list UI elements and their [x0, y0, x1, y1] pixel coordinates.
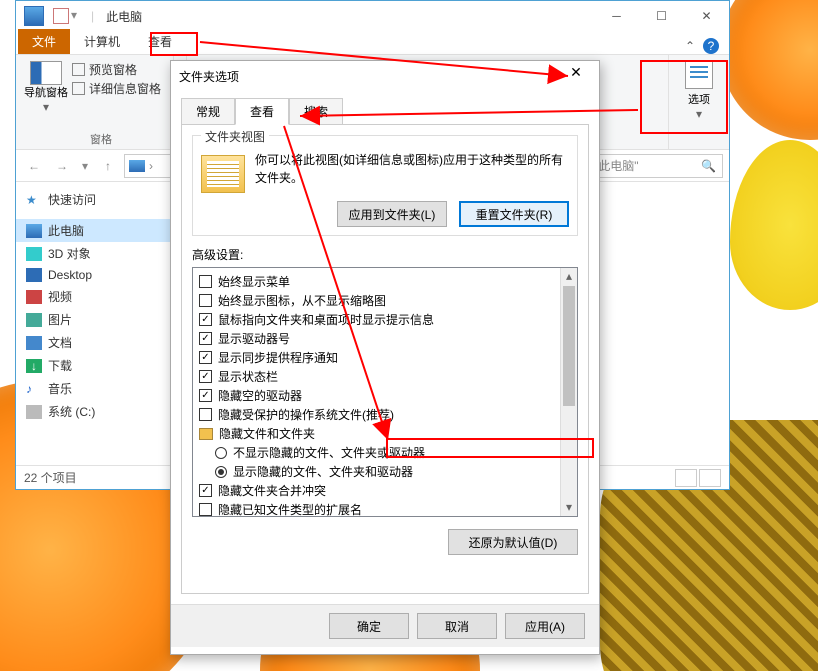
- scrollbar[interactable]: ▴ ▾: [560, 268, 577, 516]
- advanced-settings-list[interactable]: 始终显示菜单 始终显示图标，从不显示缩略图 ✓鼠标指向文件夹和桌面项时显示提示信…: [192, 267, 578, 517]
- checkbox-icon: [72, 82, 85, 95]
- tree-item[interactable]: 文档: [16, 331, 170, 354]
- dialog-tabs: 常规 查看 搜索: [171, 91, 599, 124]
- tree-item[interactable]: ↓下载: [16, 354, 170, 377]
- pictures-icon: [26, 313, 42, 327]
- tab-computer[interactable]: 计算机: [70, 29, 134, 54]
- folder-options-dialog: 文件夹选项 ✕ 常规 查看 搜索 文件夹视图 你可以将此视图(如详细信息或图标)…: [170, 60, 600, 655]
- details-view-button[interactable]: [675, 469, 697, 487]
- checkbox-icon[interactable]: [199, 408, 212, 421]
- options-icon: [685, 61, 713, 89]
- checkbox-icon[interactable]: ✓: [199, 332, 212, 345]
- ribbon-tabs: 文件 计算机 查看 ⌃ ?: [16, 31, 729, 55]
- tree-quick-access[interactable]: ★快速访问: [16, 188, 170, 211]
- desktop-icon: [26, 268, 42, 282]
- downloads-icon: ↓: [26, 359, 42, 373]
- computer-icon: [24, 6, 44, 26]
- computer-icon: [129, 160, 145, 172]
- checkbox-icon[interactable]: [199, 294, 212, 307]
- group-label-panes: 窗格: [16, 131, 186, 147]
- maximize-button[interactable]: ☐: [639, 1, 684, 31]
- chevron-down-icon: ▾: [677, 107, 721, 121]
- dialog-title: 文件夹选项: [179, 68, 239, 85]
- checkbox-icon[interactable]: [199, 275, 212, 288]
- nav-pane-icon: [30, 61, 62, 85]
- advanced-label: 高级设置:: [192, 246, 578, 263]
- details-pane-option[interactable]: 详细信息窗格: [72, 80, 161, 97]
- tree-item[interactable]: 视频: [16, 285, 170, 308]
- checkbox-icon[interactable]: ✓: [199, 484, 212, 497]
- preview-pane-option[interactable]: 预览窗格: [72, 61, 161, 78]
- apply-to-folders-button[interactable]: 应用到文件夹(L): [337, 201, 447, 227]
- radio-icon[interactable]: [215, 447, 227, 459]
- checkbox-icon[interactable]: ✓: [199, 313, 212, 326]
- cube-icon: [26, 247, 42, 261]
- nav-pane-button[interactable]: 导航窗格 ▾: [24, 59, 68, 114]
- folder-view-group: 文件夹视图 你可以将此视图(如详细信息或图标)应用于这种类型的所有文件夹。 应用…: [192, 135, 578, 236]
- checkbox-icon[interactable]: ✓: [199, 389, 212, 402]
- back-button[interactable]: ←: [22, 154, 46, 178]
- file-tab[interactable]: 文件: [18, 29, 70, 54]
- computer-icon: [26, 224, 42, 238]
- scroll-thumb[interactable]: [563, 286, 575, 406]
- drive-icon: [26, 405, 42, 419]
- folder-icon: [199, 428, 213, 440]
- nav-tree[interactable]: ★快速访问 此电脑 3D 对象 Desktop 视频 图片 文档 ↓下载 ♪音乐…: [16, 182, 171, 465]
- chevron-right-icon: ›: [149, 159, 153, 173]
- reset-folders-button[interactable]: 重置文件夹(R): [459, 201, 569, 227]
- video-icon: [26, 290, 42, 304]
- documents-icon: [26, 336, 42, 350]
- checkbox-icon[interactable]: ✓: [199, 370, 212, 383]
- tree-item[interactable]: 3D 对象: [16, 242, 170, 265]
- folder-icon: [201, 155, 245, 193]
- cancel-button[interactable]: 取消: [417, 613, 497, 639]
- history-dropdown[interactable]: ▾: [78, 154, 92, 178]
- ok-button[interactable]: 确定: [329, 613, 409, 639]
- tab-general[interactable]: 常规: [181, 98, 235, 125]
- help-icon[interactable]: ?: [703, 38, 719, 54]
- dialog-footer: 确定 取消 应用(A): [171, 604, 599, 647]
- tree-item[interactable]: ♪音乐: [16, 377, 170, 400]
- up-button[interactable]: ↑: [96, 154, 120, 178]
- scroll-up-icon[interactable]: ▴: [561, 268, 577, 285]
- ribbon-collapse-icon[interactable]: ⌃: [685, 39, 695, 53]
- qat-icon[interactable]: [53, 8, 69, 24]
- radio-icon[interactable]: [215, 466, 227, 478]
- dialog-titlebar[interactable]: 文件夹选项 ✕: [171, 61, 599, 91]
- star-icon: ★: [26, 193, 42, 207]
- tree-item[interactable]: 系统 (C:): [16, 400, 170, 423]
- group-legend: 文件夹视图: [201, 128, 269, 145]
- checkbox-icon[interactable]: [199, 503, 212, 516]
- scroll-down-icon[interactable]: ▾: [561, 499, 577, 516]
- checkbox-icon[interactable]: ✓: [199, 351, 212, 364]
- titlebar[interactable]: ▾ | 此电脑 ─ ☐ ✕: [16, 1, 729, 31]
- folder-view-text: 你可以将此视图(如详细信息或图标)应用于这种类型的所有文件夹。: [255, 151, 569, 187]
- hide-protected-os-files-row[interactable]: 隐藏受保护的操作系统文件(推荐): [197, 405, 573, 424]
- tree-item[interactable]: Desktop: [16, 265, 170, 285]
- window-title: 此电脑: [106, 8, 142, 25]
- tree-this-pc[interactable]: 此电脑: [16, 219, 170, 242]
- dialog-close-button[interactable]: ✕: [561, 64, 591, 88]
- minimize-button[interactable]: ─: [594, 1, 639, 31]
- apply-button[interactable]: 应用(A): [505, 613, 585, 639]
- restore-defaults-button[interactable]: 还原为默认值(D): [448, 529, 578, 555]
- item-count: 22 个项目: [24, 469, 77, 486]
- forward-button[interactable]: →: [50, 154, 74, 178]
- tab-view[interactable]: 查看: [235, 98, 289, 125]
- close-button[interactable]: ✕: [684, 1, 729, 31]
- tab-search[interactable]: 搜索: [289, 98, 343, 125]
- options-button[interactable]: 选项 ▾: [677, 59, 721, 121]
- search-icon: 🔍: [701, 159, 716, 173]
- checkbox-icon: [72, 63, 85, 76]
- thumbnails-view-button[interactable]: [699, 469, 721, 487]
- tree-item[interactable]: 图片: [16, 308, 170, 331]
- music-icon: ♪: [26, 382, 42, 396]
- tab-view[interactable]: 查看: [134, 29, 186, 54]
- qat-dropdown-icon[interactable]: ▾: [71, 8, 87, 24]
- chevron-down-icon: ▾: [24, 100, 68, 114]
